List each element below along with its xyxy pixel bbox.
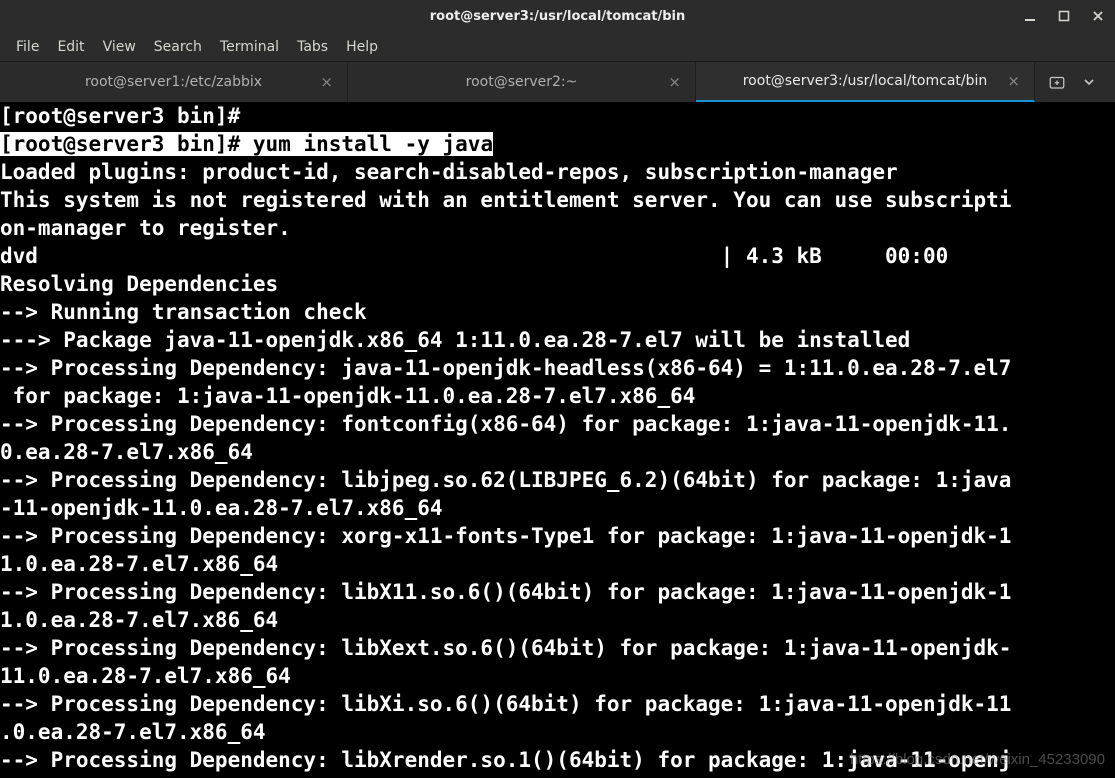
tab-server1[interactable]: root@server1:/etc/zabbix ×: [0, 62, 348, 102]
menu-view[interactable]: View: [95, 35, 144, 59]
terminal-line: --> Processing Dependency: libXi.so.6()(…: [0, 692, 1011, 716]
terminal-line: [root@server3 bin]# yum install -y java: [0, 132, 493, 156]
terminal-line: --> Processing Dependency: fontconfig(x8…: [0, 412, 1011, 436]
terminal-line: ---> Package java-11-openjdk.x86_64 1:11…: [0, 328, 910, 352]
close-icon[interactable]: ×: [1007, 72, 1020, 90]
terminal-line: Resolving Dependencies: [0, 272, 278, 296]
close-button[interactable]: [1087, 5, 1109, 27]
terminal-line: --> Processing Dependency: libjpeg.so.62…: [0, 468, 1011, 492]
terminal-line: --> Processing Dependency: libX11.so.6()…: [0, 580, 1011, 604]
terminal-line: Loaded plugins: product-id, search-disab…: [0, 160, 898, 184]
minimize-button[interactable]: [1019, 5, 1041, 27]
menu-file[interactable]: File: [8, 35, 47, 59]
close-icon[interactable]: ×: [320, 73, 333, 91]
menu-search[interactable]: Search: [146, 35, 210, 59]
tab-dropdown[interactable]: [1079, 62, 1099, 102]
terminal-line: [root@server3 bin]#: [0, 104, 253, 128]
tab-label: root@server1:/etc/zabbix: [85, 74, 262, 90]
window-controls: [1019, 0, 1109, 32]
terminal-line: on-manager to register.: [0, 216, 291, 240]
terminal-line: --> Processing Dependency: libXrender.so…: [0, 748, 1011, 772]
terminal-line: 0.ea.28-7.el7.x86_64: [0, 440, 253, 464]
menubar: File Edit View Search Terminal Tabs Help: [0, 32, 1115, 62]
terminal-line: dvd | 4.3 kB 00:00: [0, 244, 948, 268]
menu-help[interactable]: Help: [338, 35, 386, 59]
tab-label: root@server3:/usr/local/tomcat/bin: [743, 73, 988, 89]
new-tab-button[interactable]: [1035, 62, 1079, 102]
terminal-line: for package: 1:java-11-openjdk-11.0.ea.2…: [0, 384, 695, 408]
tab-server3[interactable]: root@server3:/usr/local/tomcat/bin ×: [696, 62, 1035, 102]
menu-tabs[interactable]: Tabs: [289, 35, 336, 59]
maximize-button[interactable]: [1053, 5, 1075, 27]
tab-server2[interactable]: root@server2:~ ×: [348, 62, 696, 102]
terminal-line: --> Processing Dependency: libXext.so.6(…: [0, 636, 1011, 660]
menu-edit[interactable]: Edit: [49, 35, 92, 59]
menu-terminal[interactable]: Terminal: [212, 35, 287, 59]
terminal-line: .0.ea.28-7.el7.x86_64: [0, 720, 266, 744]
chevron-down-icon: [1084, 77, 1094, 87]
terminal-line: This system is not registered with an en…: [0, 188, 1011, 212]
new-tab-icon: [1048, 73, 1066, 91]
close-icon[interactable]: ×: [668, 73, 681, 91]
terminal-line: -11-openjdk-11.0.ea.28-7.el7.x86_64: [0, 496, 443, 520]
window-titlebar: root@server3:/usr/local/tomcat/bin: [0, 0, 1115, 32]
window-title: root@server3:/usr/local/tomcat/bin: [430, 9, 686, 24]
terminal-line: 11.0.ea.28-7.el7.x86_64: [0, 664, 291, 688]
terminal-line: --> Processing Dependency: java-11-openj…: [0, 356, 1011, 380]
terminal-line: --> Processing Dependency: xorg-x11-font…: [0, 524, 1011, 548]
terminal-line: --> Running transaction check: [0, 300, 367, 324]
tabbar: root@server1:/etc/zabbix × root@server2:…: [0, 62, 1115, 102]
terminal-line: 1.0.ea.28-7.el7.x86_64: [0, 608, 278, 632]
terminal-output[interactable]: [root@server3 bin]# [root@server3 bin]# …: [0, 102, 1115, 774]
terminal-line: 1.0.ea.28-7.el7.x86_64: [0, 552, 278, 576]
tab-label: root@server2:~: [466, 74, 578, 90]
